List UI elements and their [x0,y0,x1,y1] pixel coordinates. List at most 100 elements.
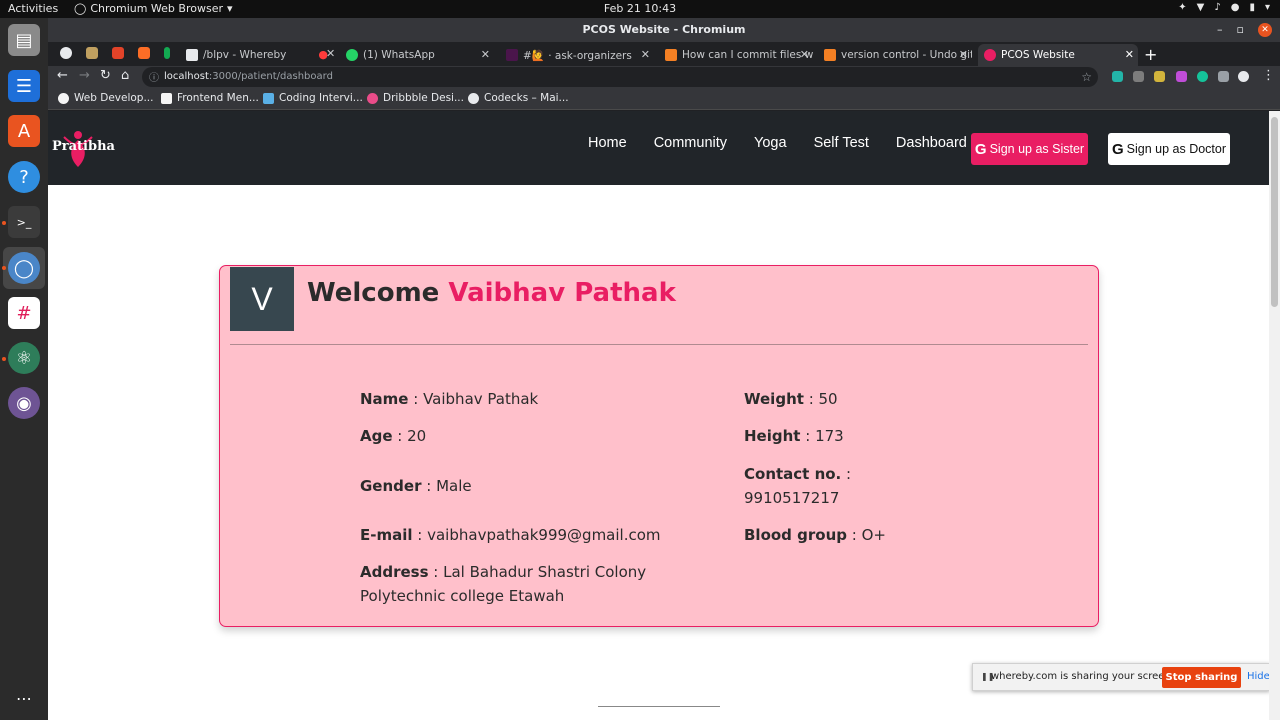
field-label: Age [360,427,393,445]
bookmark-item[interactable]: Codecks – Mai... [468,92,569,104]
grammarly-icon[interactable] [1197,71,1208,82]
info-weight: Weight : 50 [744,390,838,408]
bookmark-favicon-icon [263,92,274,104]
close-tab-icon[interactable]: ✕ [481,48,490,61]
field-value: 9910517217 [744,489,840,507]
tab-pcos-website[interactable]: PCOS Website ✕ [978,44,1138,66]
nav-dashboard[interactable]: Dashboard [896,135,967,151]
volume-icon[interactable]: ♪ [1214,2,1220,13]
tab-stackoverflow-commit[interactable]: How can I commit files wi ✕ [665,44,813,66]
extension-icon[interactable] [1176,71,1187,82]
pratibha-icon [984,49,996,61]
slack-icon[interactable]: # [8,297,40,329]
terminal-icon[interactable]: >_ [8,206,40,238]
scrollbar-thumb[interactable] [1271,117,1278,307]
info-contact: Contact no. : 9910517217 [744,465,852,507]
bookmark-item[interactable]: Frontend Men... [161,92,259,104]
tab-strip: /blpv - Whereby ● ✕ (1) WhatsApp ✕ #🙋 · … [48,42,1280,66]
dock: ▤ ☰ A ? >_ ◯ # ⚛ ◉ ⋯ [0,18,48,720]
close-tab-icon[interactable]: ✕ [800,48,809,61]
stop-sharing-button[interactable]: Stop sharing [1162,667,1241,688]
close-tab-icon[interactable]: ✕ [959,48,968,61]
files-icon[interactable]: ▤ [8,24,40,56]
battery-icon[interactable]: ▮ [1249,2,1255,13]
back-icon[interactable]: ← [57,68,68,83]
pinned-tab-icon[interactable] [60,47,72,59]
bookmark-item[interactable]: Web Develop... [58,92,153,104]
close-tab-icon[interactable]: ✕ [326,47,335,60]
bookmark-favicon-icon [161,92,172,104]
tab-version-control[interactable]: version control - Undo git ✕ [824,44,972,66]
page-scrollbar[interactable] [1269,111,1280,720]
extensions-icon[interactable]: ✦ [1178,2,1186,13]
close-tab-icon[interactable]: ✕ [641,48,650,61]
nav-self-test[interactable]: Self Test [814,135,869,151]
software-center-icon[interactable]: A [8,115,40,147]
minimize-icon[interactable]: – [1217,18,1223,42]
forward-icon[interactable]: → [79,68,90,83]
site-nav-links: Home Community Yoga Self Test Dashboard [588,135,994,151]
extensions-puzzle-icon[interactable] [1218,71,1229,82]
tab-ask-organizers[interactable]: #🙋 · ask-organizers ✕ [506,44,654,66]
show-applications-icon[interactable]: ⋯ [8,682,40,714]
tab-label: #🙋 · ask-organizers [523,49,632,62]
tab-whereby[interactable]: /blpv - Whereby ● [186,44,336,66]
site-logo[interactable]: Pratibha [50,129,115,169]
sign-up-sister-button[interactable]: G Sign up as Sister [971,133,1088,165]
bookmark-label: Web Develop... [74,92,154,104]
new-tab-button[interactable]: + [1144,45,1157,64]
sign-up-doctor-label: Sign up as Doctor [1126,142,1227,156]
avatar: V [230,267,294,331]
info-name: Name : Vaibhav Pathak [360,390,539,408]
atom-icon[interactable]: ⚛ [8,342,40,374]
pinned-tab-icon[interactable] [86,47,98,59]
bookmark-item[interactable]: Coding Intervi... [263,92,363,104]
bookmark-item[interactable]: Dribbble Desi... [367,92,464,104]
screen-share-message: whereby.com is sharing your screen. [991,671,1174,682]
help-icon[interactable]: ? [8,161,40,193]
maximize-icon[interactable]: ▫ [1237,18,1244,42]
gitlab-icon[interactable] [138,47,150,59]
field-label: E-mail [360,526,413,544]
info-age: Age : 20 [360,427,427,445]
reload-icon[interactable]: ↻ [100,68,111,83]
tab-label: /blpv - Whereby [203,49,287,61]
bookmark-star-icon[interactable]: ☆ [1081,67,1092,87]
dribbble-icon [367,92,378,104]
address-bar[interactable]: ⓘ localhost:3000/patient/dashboard ☆ [142,67,1098,87]
home-icon[interactable]: ⌂ [121,68,129,83]
more-menu-icon[interactable]: ⋮ [1262,68,1275,83]
nav-community[interactable]: Community [654,135,727,151]
power-menu-icon[interactable]: ▾ [1265,2,1270,13]
tab-label: version control - Undo git [841,49,972,61]
brand-name: Pratibha [52,139,115,154]
sign-up-doctor-button[interactable]: G Sign up as Doctor [1108,133,1230,165]
nav-yoga[interactable]: Yoga [754,135,787,151]
clock[interactable]: Feb 21 10:43 [0,2,1280,15]
welcome-text: Welcome [307,278,440,308]
field-value: vaibhavpathak999@gmail.com [427,526,661,544]
bookmark-favicon-icon [468,92,479,104]
document-viewer-icon[interactable]: ☰ [8,70,40,102]
nav-home[interactable]: Home [588,135,627,151]
system-tray[interactable]: ✦ ▼ ♪ ● ▮ ▾ [1178,2,1270,13]
pinned-tab-icon[interactable] [112,47,124,59]
footer-divider [598,706,720,707]
close-window-button[interactable]: ✕ [1258,23,1272,37]
chromium-icon[interactable]: ◯ [8,252,40,284]
extension-icon[interactable] [1154,71,1165,82]
mongodb-icon[interactable] [164,47,170,59]
window-title: PCOS Website - Chromium [582,23,746,36]
profile-avatar-icon[interactable] [1238,71,1249,82]
extension-icon[interactable] [1133,71,1144,82]
tab-whatsapp[interactable]: (1) WhatsApp ✕ [346,44,494,66]
hide-share-bar-link[interactable]: Hide [1247,671,1270,682]
info-gender: Gender : Male [360,477,472,495]
field-value: Vaibhav Pathak [423,390,539,408]
extension-icon[interactable] [1112,71,1123,82]
close-tab-icon[interactable]: ✕ [1125,48,1134,61]
sign-up-sister-label: Sign up as Sister [989,142,1085,156]
microphone-icon[interactable]: ● [1231,2,1240,13]
github-desktop-icon[interactable]: ◉ [8,387,40,419]
wifi-icon[interactable]: ▼ [1197,2,1205,13]
